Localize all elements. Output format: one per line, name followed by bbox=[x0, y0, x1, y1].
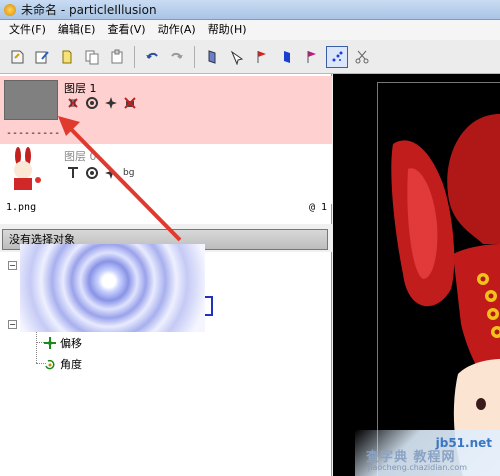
tree-item-label: 偏移 bbox=[60, 337, 82, 350]
deflector-icon[interactable] bbox=[201, 46, 223, 68]
magenta-flag-icon[interactable] bbox=[301, 46, 323, 68]
watermark-url: jiaocheng.chazidian.com bbox=[368, 463, 468, 472]
target-icon[interactable] bbox=[85, 166, 99, 180]
tree-item-angle[interactable]: 角度 bbox=[44, 356, 82, 372]
title-bar: 未命名 - particleIllusion bbox=[0, 0, 500, 20]
menu-bar: 文件(F) 编辑(E) 查看(V) 动作(A) 帮助(H) bbox=[0, 20, 500, 40]
toolbar-separator bbox=[194, 45, 195, 68]
tree-item-label: 角度 bbox=[60, 358, 82, 371]
redo-icon[interactable] bbox=[166, 46, 188, 68]
toolbar bbox=[0, 40, 500, 74]
layer-name: 图层 0 bbox=[64, 150, 97, 163]
layers-panel: --------- 图层 1 图层 0 bg 1.png @ 1 bbox=[0, 74, 332, 224]
rotate-icon bbox=[45, 359, 55, 370]
tree-connector bbox=[36, 329, 37, 363]
pen-icon[interactable] bbox=[226, 46, 248, 68]
app-icon bbox=[4, 3, 16, 16]
menu-view[interactable]: 查看(V) bbox=[101, 20, 151, 40]
copy-icon[interactable] bbox=[81, 46, 103, 68]
layer-frame-indicator: @ 1 bbox=[308, 202, 327, 213]
rabbit-thumbnail bbox=[14, 147, 41, 190]
menu-action[interactable]: 动作(A) bbox=[152, 20, 202, 40]
move-icon bbox=[44, 337, 56, 349]
layer-marker: --------- bbox=[6, 128, 61, 139]
particle-icon[interactable] bbox=[326, 45, 348, 68]
toolbar-separator bbox=[134, 45, 135, 68]
tree-expand-toggle[interactable]: − bbox=[8, 320, 17, 329]
lock-off-icon[interactable] bbox=[123, 96, 137, 110]
page-icon[interactable] bbox=[56, 46, 78, 68]
tree-item-offset[interactable]: 偏移 bbox=[44, 335, 82, 351]
sparkle-icon[interactable] bbox=[104, 166, 118, 180]
tree-expand-toggle[interactable]: − bbox=[8, 261, 17, 270]
layer-thumbnail bbox=[4, 80, 58, 120]
visibility-off-icon[interactable] bbox=[66, 96, 80, 110]
stage-canvas[interactable] bbox=[333, 74, 500, 476]
layer-icons bbox=[66, 96, 137, 110]
window-title: 未命名 - particleIllusion bbox=[21, 3, 157, 17]
sparkle-icon[interactable] bbox=[104, 96, 118, 110]
paste-icon[interactable] bbox=[106, 46, 128, 68]
red-flag-icon[interactable] bbox=[251, 46, 273, 68]
new-emitter-icon[interactable] bbox=[6, 46, 28, 68]
undo-icon[interactable] bbox=[141, 46, 163, 68]
target-icon[interactable] bbox=[85, 96, 99, 110]
text-t-icon[interactable] bbox=[66, 166, 80, 180]
layer-name: 图层 1 bbox=[64, 82, 97, 95]
layer-row-0[interactable]: 图层 0 bg bbox=[0, 144, 332, 204]
layer-icons: bg bbox=[66, 166, 134, 180]
layer-row-1[interactable]: --------- 图层 1 bbox=[0, 76, 332, 144]
blue-shape-icon[interactable] bbox=[276, 46, 298, 68]
menu-help[interactable]: 帮助(H) bbox=[202, 20, 253, 40]
scissors-icon[interactable] bbox=[351, 46, 373, 68]
menu-edit[interactable]: 编辑(E) bbox=[52, 20, 102, 40]
edit-icon[interactable] bbox=[31, 46, 53, 68]
layer-filename: 1.png bbox=[6, 202, 37, 213]
bg-label: bg bbox=[123, 168, 135, 178]
particle-preview-image bbox=[20, 244, 205, 332]
bracket-fragment bbox=[205, 296, 213, 316]
rabbit-artwork bbox=[391, 114, 500, 476]
menu-file[interactable]: 文件(F) bbox=[3, 20, 52, 40]
